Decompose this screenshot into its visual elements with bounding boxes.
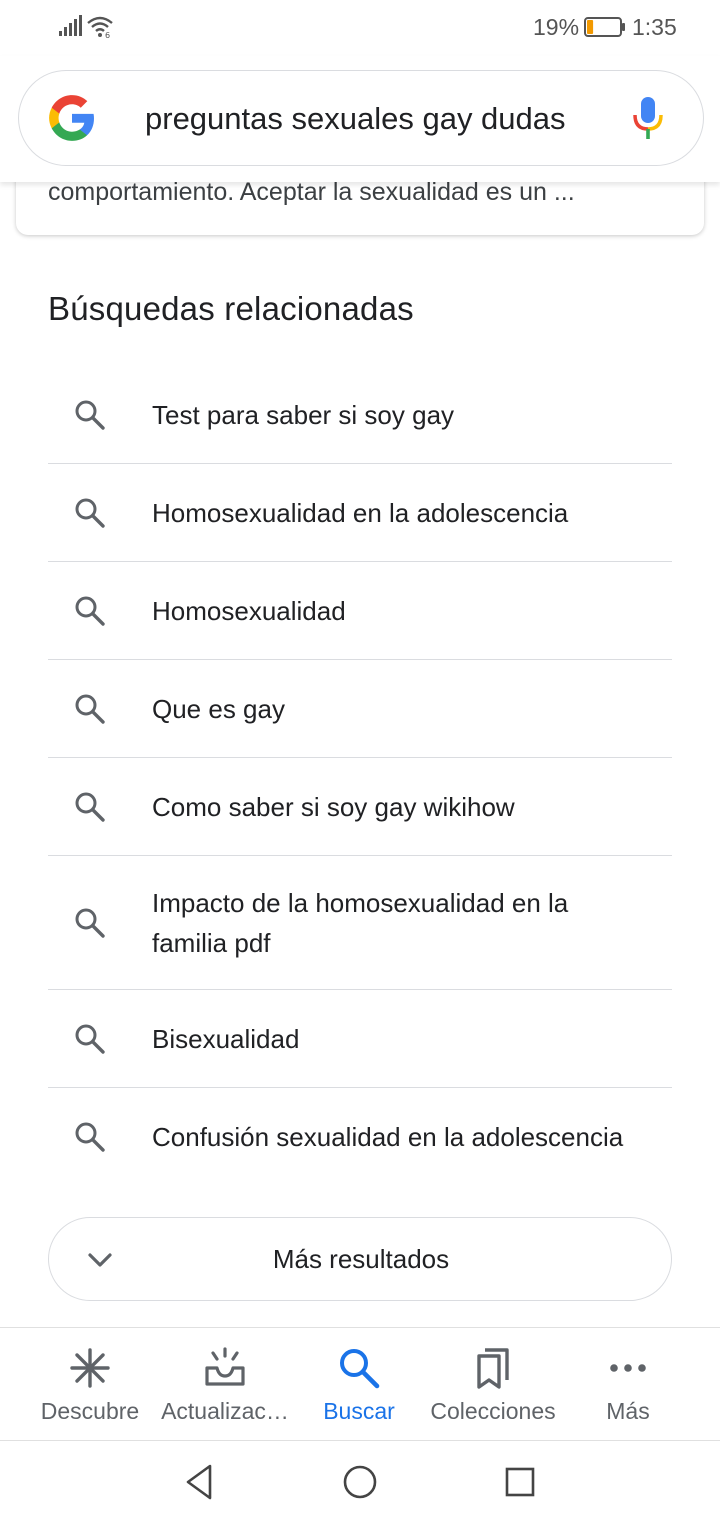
search-icon [75, 694, 105, 724]
related-search-item[interactable]: Homosexualidad [48, 562, 672, 660]
more-results-label: Más resultados [272, 1244, 450, 1274]
related-search-item[interactable]: Confusión sexualidad en la adolescencia [48, 1088, 672, 1186]
related-search-item[interactable]: Test para saber si soy gay [48, 366, 672, 464]
search-icon [75, 400, 105, 430]
related-search-item[interactable]: Como saber si soy gay wikihow [48, 758, 672, 856]
related-search-label: Homosexualidad [152, 595, 346, 626]
search-icon [75, 1024, 105, 1054]
bookmarks-icon [477, 1348, 509, 1389]
search-box[interactable]: preguntas sexuales gay dudas [18, 70, 704, 166]
related-searches-title: Búsquedas relacionadas [48, 290, 414, 327]
nav-label: Actualizac… [161, 1398, 289, 1424]
signal-icon [59, 15, 82, 36]
svg-text:6: 6 [105, 31, 110, 38]
battery-icon [584, 17, 625, 37]
system-navigation-bar [0, 1442, 720, 1520]
nav-item-descubre[interactable]: Descubre [18, 1328, 162, 1440]
home-icon[interactable] [340, 1462, 380, 1502]
nav-item-mas[interactable]: Más [556, 1328, 700, 1440]
nav-item-colecciones[interactable]: Colecciones [421, 1328, 565, 1440]
search-icon [75, 596, 105, 626]
nav-label: Descubre [40, 1398, 140, 1424]
search-header: preguntas sexuales gay dudas [0, 56, 720, 182]
related-search-item[interactable]: Homosexualidad en la adolescencia [48, 464, 672, 562]
search-icon [340, 1349, 380, 1389]
search-icon [75, 908, 105, 938]
related-search-label: Test para saber si soy gay [152, 399, 455, 430]
search-icon [75, 1122, 105, 1152]
status-bar: 6 19% 1:35 [0, 0, 720, 56]
nav-label: Colecciones [430, 1398, 556, 1424]
search-query[interactable]: preguntas sexuales gay dudas [145, 101, 566, 137]
search-icon [75, 498, 105, 528]
more-dots-icon [610, 1364, 646, 1372]
recents-icon[interactable] [500, 1462, 540, 1502]
asterisk-icon [70, 1348, 110, 1388]
related-search-label: Bisexualidad [152, 1023, 300, 1054]
back-icon[interactable] [180, 1462, 220, 1502]
clock: 1:35 [632, 14, 677, 40]
updates-icon [205, 1347, 245, 1386]
related-search-item[interactable]: Impacto de la homosexualidad en la famil… [48, 856, 672, 990]
related-search-label: Homosexualidad en la adolescencia [152, 497, 569, 528]
related-search-label: Confusión sexualidad en la adolescencia [152, 1122, 624, 1152]
related-search-label: Que es gay [152, 693, 285, 724]
related-search-label: Impacto de la homosexualidad en la famil… [152, 887, 569, 958]
nav-label: Más [606, 1398, 650, 1424]
search-icon [75, 792, 105, 822]
nav-label: Buscar [323, 1398, 395, 1424]
related-search-item[interactable]: Bisexualidad [48, 990, 672, 1088]
result-snippet: comportamiento. Aceptar la sexualidad es… [48, 178, 575, 206]
more-results-button[interactable]: Más resultados [48, 1217, 672, 1301]
related-searches-list: Test para saber si soy gay Homosexualida… [48, 366, 672, 1186]
mic-icon[interactable] [631, 95, 665, 141]
related-search-label: Como saber si soy gay wikihow [152, 791, 515, 822]
battery-percent: 19% [533, 14, 580, 40]
wifi-icon: 6 [87, 16, 113, 38]
nav-item-actualizaciones[interactable]: Actualizac… [153, 1328, 297, 1440]
bottom-navigation: Descubre Actualizac… Buscar Colecciones [0, 1327, 720, 1441]
related-search-item[interactable]: Que es gay [48, 660, 672, 758]
nav-item-buscar[interactable]: Buscar [287, 1328, 431, 1440]
google-logo[interactable] [47, 93, 97, 143]
